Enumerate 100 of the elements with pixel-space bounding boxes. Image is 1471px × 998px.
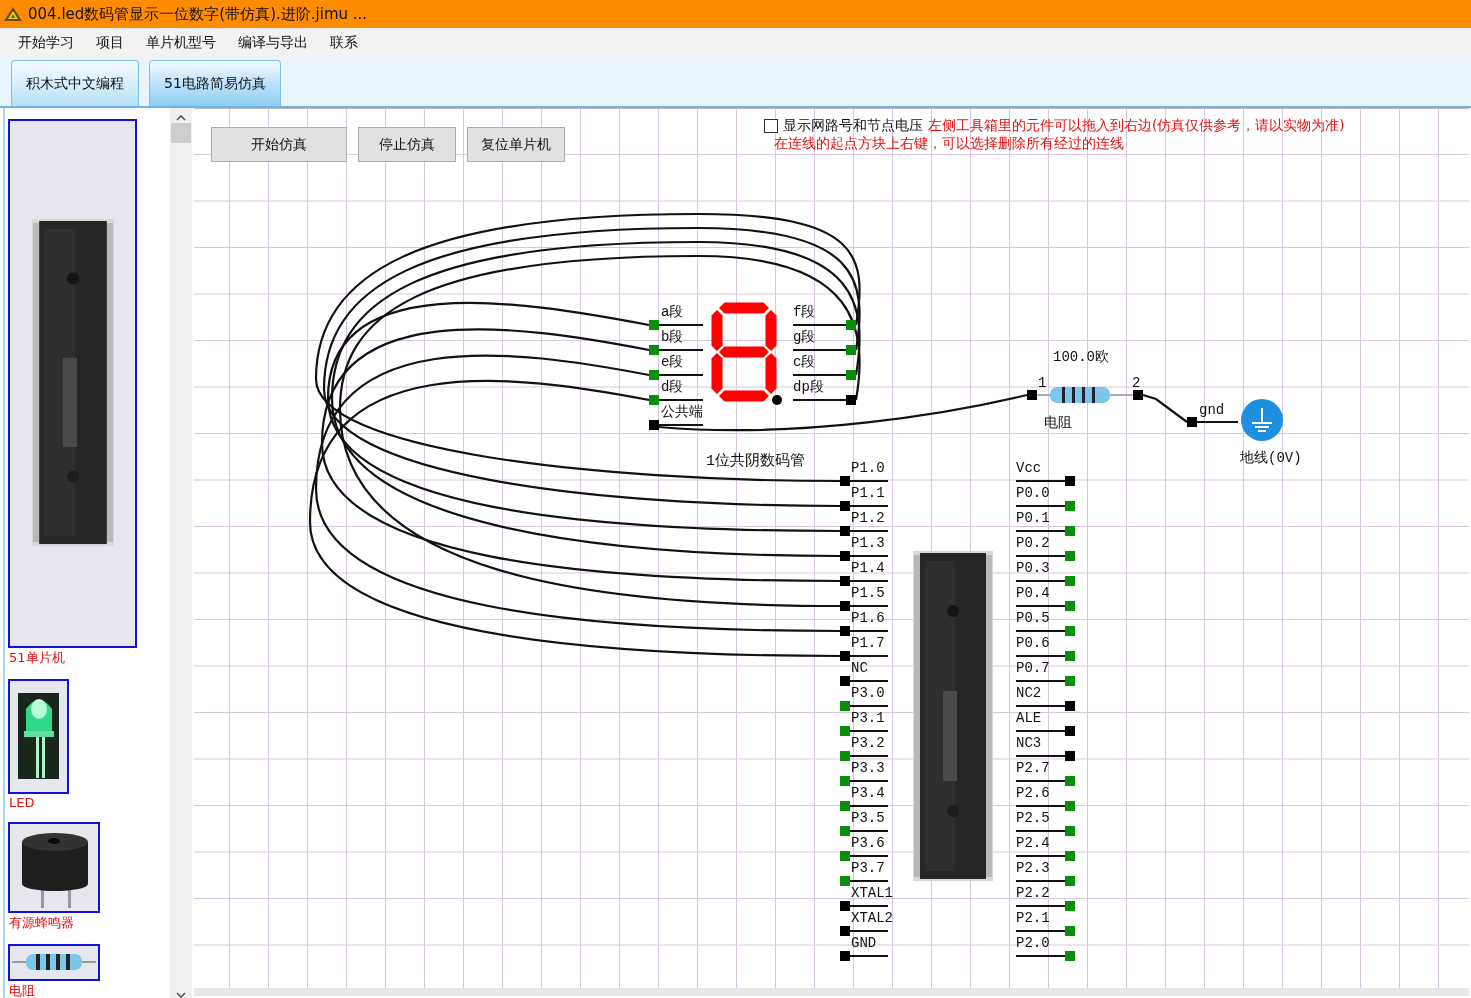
pin-terminal[interactable]	[840, 626, 850, 636]
checkbox-label[interactable]: 显示网路号和节点电压	[783, 117, 923, 135]
menu-item[interactable]: 开始学习	[18, 34, 74, 52]
pin-terminal[interactable]	[649, 320, 659, 330]
pin-terminal[interactable]	[840, 776, 850, 786]
pin-label: P3.1	[851, 710, 885, 726]
pin-terminal[interactable]	[840, 926, 850, 936]
pin-terminal[interactable]	[1065, 701, 1075, 711]
hint-text: 左侧工具箱里的元件可以拖入到右边(仿真仅供参考，请以实物为准)	[928, 117, 1345, 135]
toolbar-button[interactable]: 复位单片机	[467, 127, 565, 162]
wire[interactable]	[320, 328, 840, 583]
tab[interactable]: 51电路简易仿真	[149, 60, 281, 106]
pin-terminal[interactable]	[840, 701, 850, 711]
pin-terminal[interactable]	[1065, 851, 1075, 861]
pin-label: P2.3	[1016, 860, 1050, 876]
pin-label: P1.3	[851, 535, 885, 551]
wire[interactable]	[308, 380, 840, 658]
scrollbar[interactable]	[170, 108, 192, 998]
component-name: 51单片机	[9, 649, 66, 667]
pin-terminal[interactable]	[840, 551, 850, 561]
pin-terminal[interactable]	[1065, 876, 1075, 886]
scrollbar[interactable]	[194, 988, 1469, 996]
pin-label: 2	[1132, 375, 1141, 391]
pin-terminal[interactable]	[649, 370, 659, 380]
pin-terminal[interactable]	[840, 801, 850, 811]
pin-terminal[interactable]	[1065, 501, 1075, 511]
pin-label: gnd	[1199, 402, 1225, 418]
pin-terminal[interactable]	[649, 420, 659, 430]
pin-terminal[interactable]	[1187, 417, 1197, 427]
pin-terminal[interactable]	[1065, 826, 1075, 836]
pin-terminal[interactable]	[1065, 901, 1075, 911]
pin-terminal[interactable]	[840, 826, 850, 836]
pin-terminal[interactable]	[846, 345, 856, 355]
pin-terminal[interactable]	[1065, 551, 1075, 561]
pin-terminal[interactable]	[1065, 576, 1075, 586]
pin-terminal[interactable]	[840, 651, 850, 661]
pin-terminal[interactable]	[840, 901, 850, 911]
pin-terminal[interactable]	[846, 395, 856, 405]
resistance-value: 100.0欧	[1053, 349, 1109, 365]
pin-terminal[interactable]	[1065, 526, 1075, 536]
toolbar-button[interactable]: 开始仿真	[211, 127, 347, 162]
pin-terminal[interactable]	[1065, 801, 1075, 811]
wire[interactable]	[658, 393, 1028, 432]
pin-terminal[interactable]	[840, 726, 850, 736]
pin-terminal[interactable]	[1065, 726, 1075, 736]
pin-label: XTAL2	[851, 910, 893, 926]
pin-label: P2.0	[1016, 935, 1050, 951]
menu-item[interactable]: 项目	[96, 34, 124, 52]
wire[interactable]	[314, 354, 840, 633]
pin-terminal[interactable]	[1065, 651, 1075, 661]
pin-label: P0.7	[1016, 660, 1050, 676]
chevron-up-icon[interactable]	[176, 114, 186, 121]
pin-terminal[interactable]	[846, 320, 856, 330]
component-name: 有源蜂鸣器	[9, 914, 75, 932]
menu-item[interactable]: 单片机型号	[146, 34, 216, 52]
pin-label: dp段	[793, 379, 824, 395]
pin-label: NC3	[1016, 735, 1042, 751]
component-name: 电阻	[9, 982, 36, 998]
pin-label: P0.1	[1016, 510, 1050, 526]
pin-terminal[interactable]	[1133, 390, 1143, 400]
pin-terminal[interactable]	[840, 576, 850, 586]
checkbox[interactable]	[764, 119, 778, 133]
tab[interactable]: 积木式中文编程	[11, 60, 139, 106]
pin-terminal[interactable]	[846, 370, 856, 380]
pin-label: P0.2	[1016, 535, 1050, 551]
component-name: LED	[9, 795, 36, 810]
pin-label: Vcc	[1016, 460, 1042, 476]
pin-terminal[interactable]	[840, 751, 850, 761]
pin-label: P3.5	[851, 810, 885, 826]
pin-terminal[interactable]	[840, 476, 850, 486]
pin-terminal[interactable]	[840, 601, 850, 611]
pin-label: P1.4	[851, 560, 885, 576]
pin-terminal[interactable]	[1065, 676, 1075, 686]
pin-terminal[interactable]	[1065, 476, 1075, 486]
pin-terminal[interactable]	[1065, 951, 1075, 961]
pin-terminal[interactable]	[1065, 926, 1075, 936]
pin-terminal[interactable]	[840, 526, 850, 536]
wire[interactable]	[326, 301, 840, 533]
pin-terminal[interactable]	[1065, 601, 1075, 611]
pin-terminal[interactable]	[649, 345, 659, 355]
toolbar-button[interactable]: 停止仿真	[358, 127, 456, 162]
pin-terminal[interactable]	[840, 501, 850, 511]
scroll-thumb[interactable]	[171, 123, 191, 143]
pin-terminal[interactable]	[840, 951, 850, 961]
pin-terminal[interactable]	[1065, 751, 1075, 761]
pin-label: NC	[851, 660, 868, 676]
pin-terminal[interactable]	[1065, 776, 1075, 786]
pin-terminal[interactable]	[840, 876, 850, 886]
chevron-down-icon[interactable]	[176, 992, 186, 998]
window-title: 004.led数码管显示一位数字(带仿真).进阶.jimu ...	[28, 4, 368, 24]
pin-label: d段	[661, 379, 684, 395]
wire[interactable]	[1142, 393, 1188, 423]
menu-item[interactable]: 编译与导出	[238, 34, 308, 52]
pin-terminal[interactable]	[1027, 390, 1037, 400]
pin-terminal[interactable]	[840, 676, 850, 686]
pin-terminal[interactable]	[840, 851, 850, 861]
pin-terminal[interactable]	[1065, 626, 1075, 636]
hint-text: 在连线的起点方块上右键，可以选择删除所有经过的连线	[774, 135, 1125, 153]
menu-item[interactable]: 联系	[330, 34, 358, 52]
pin-terminal[interactable]	[649, 395, 659, 405]
